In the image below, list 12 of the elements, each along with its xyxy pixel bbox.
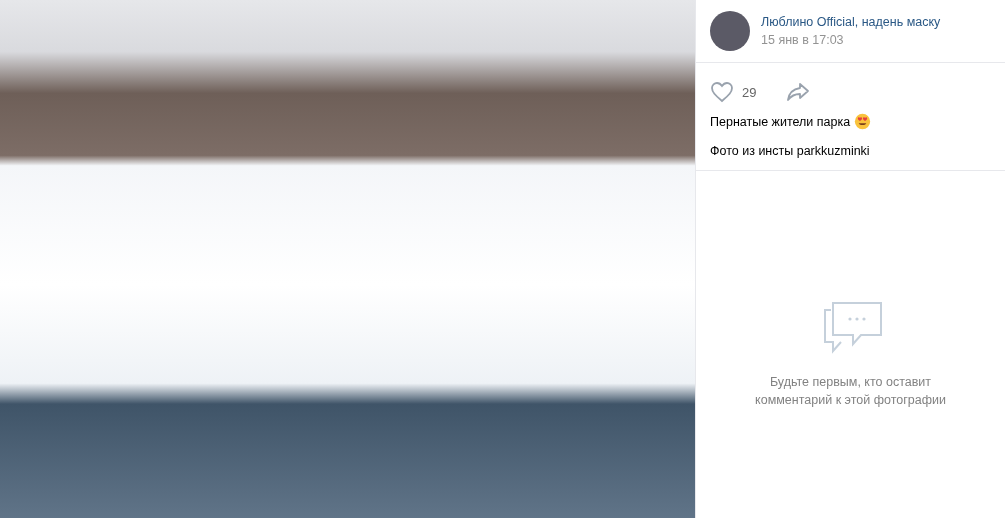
heart-icon [710, 81, 734, 103]
empty-comments-text: Будьте первым, кто оставит комментарий к этой фотографии [754, 373, 947, 409]
like-button[interactable] [710, 81, 734, 103]
caption-text: Пернатые жители парка [710, 114, 851, 129]
author-link[interactable]: Люблино Official, надень маску [761, 15, 941, 29]
avatar[interactable] [710, 11, 750, 51]
like-count: 29 [742, 84, 757, 100]
post-date: 15 янв в 17:03 [761, 33, 845, 47]
heart-eyes-emoji-icon [854, 113, 872, 130]
caption-text: Фото из инсты parkkuzminki [710, 144, 870, 158]
share-arrow-icon [786, 82, 811, 102]
share-button[interactable] [786, 82, 811, 102]
